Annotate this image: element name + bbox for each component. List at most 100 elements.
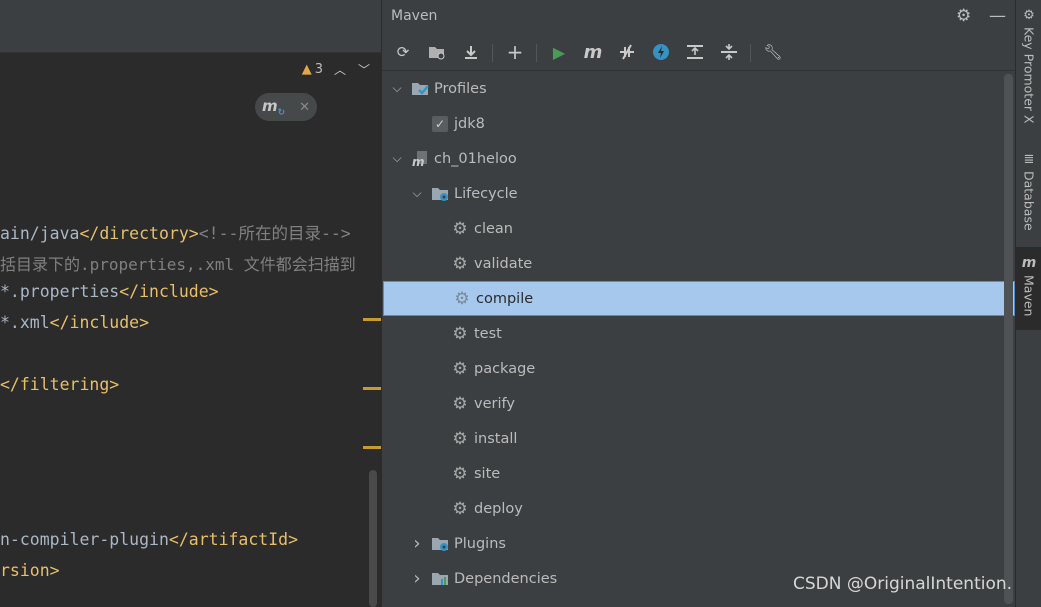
panel-title: Maven bbox=[391, 8, 438, 24]
profile-checkbox[interactable]: ✓ bbox=[430, 114, 450, 134]
add-maven-project-icon[interactable] bbox=[427, 42, 447, 62]
tree-row-label: ch_01heloo bbox=[434, 150, 517, 167]
dependencies-icon bbox=[430, 569, 450, 589]
tree-row-test[interactable]: ⚙ test bbox=[382, 316, 1006, 351]
maven-load-changes-icon[interactable]: m↻ bbox=[262, 97, 285, 118]
warning-count: 3 bbox=[314, 61, 323, 77]
maven-project-icon: m bbox=[410, 149, 430, 169]
settings-wrench-icon[interactable]: 🔧︎ bbox=[763, 42, 783, 62]
code-token: <!--所在的目录--> bbox=[198, 224, 351, 243]
tree-row-package[interactable]: ⚙ package bbox=[382, 351, 1006, 386]
collapse-all-icon[interactable] bbox=[719, 42, 739, 62]
tree-row-ch_01heloo[interactable]: ⌵ m ch_01heloo bbox=[382, 141, 1006, 176]
code-token: rsion bbox=[0, 561, 50, 580]
tree-row-label: deploy bbox=[474, 500, 523, 517]
previous-highlight-icon[interactable]: ︿ bbox=[333, 61, 347, 78]
tree-row-deploy[interactable]: ⚙ deploy bbox=[382, 491, 1006, 526]
warning-stripe-mark[interactable] bbox=[363, 387, 381, 390]
tree-row-label: verify bbox=[474, 395, 515, 412]
tree-row-validate[interactable]: ⚙ validate bbox=[382, 246, 1006, 281]
tree-row-install[interactable]: ⚙ install bbox=[382, 421, 1006, 456]
editor-scrollbar[interactable] bbox=[369, 470, 377, 607]
show-dependencies-icon[interactable] bbox=[685, 42, 705, 62]
code-editor[interactable]: ▲ 3 ︿ ﹀ m↻ ✕ ain/java</directory><!--所在的… bbox=[0, 0, 381, 607]
svg-text:m: m bbox=[412, 155, 425, 168]
toggle-offline-icon[interactable] bbox=[617, 42, 637, 62]
warning-stripe-mark[interactable] bbox=[363, 446, 381, 449]
tree-row-compile[interactable]: ⚙ compile bbox=[383, 281, 1015, 316]
plus-icon[interactable]: + bbox=[505, 40, 525, 64]
tree-row-label: Dependencies bbox=[454, 570, 558, 587]
tree-row-profiles[interactable]: ⌵ Profiles bbox=[382, 71, 1006, 106]
tab-label: Database bbox=[1021, 171, 1037, 231]
toolbar-separator bbox=[492, 44, 493, 62]
code-line[interactable]: rsion> bbox=[0, 561, 60, 580]
tree-row-verify[interactable]: ⚙ verify bbox=[382, 386, 1006, 421]
skip-tests-icon[interactable] bbox=[651, 42, 671, 62]
gear-icon: ⚙ bbox=[452, 358, 468, 379]
code-token: > bbox=[139, 313, 150, 332]
tree-row-plugins[interactable]: › Plugins bbox=[382, 526, 1006, 561]
maven-project-tree[interactable]: ⌵ Profiles ✓ jdk8 ⌵ m ch_01heloo ⌵ Lifecycle ⚙ cle… bbox=[382, 71, 1016, 607]
gear-icon: ⚙ bbox=[452, 323, 468, 344]
code-line[interactable]: 括目录下的.properties,.xml 文件都会扫描到 bbox=[0, 251, 356, 275]
code-token: include bbox=[69, 313, 140, 332]
code-token: include bbox=[139, 282, 209, 301]
watermark: CSDN @OriginalIntention. bbox=[793, 574, 1013, 594]
code-token: n-compiler-plugin bbox=[0, 530, 169, 549]
toolbar-separator bbox=[536, 44, 537, 62]
tree-row-label: test bbox=[474, 325, 502, 342]
tab-maven[interactable]: m Maven bbox=[1016, 247, 1041, 330]
chevron-right-icon[interactable]: › bbox=[410, 568, 424, 589]
code-line[interactable]: *.properties</include> bbox=[0, 282, 219, 301]
folder-gear-icon bbox=[430, 534, 450, 554]
tree-row-label: compile bbox=[476, 290, 534, 307]
code-token: *.xml bbox=[0, 313, 50, 332]
chevron-down-icon[interactable]: ⌵ bbox=[390, 81, 404, 96]
code-token: ain/java bbox=[0, 224, 80, 243]
run-icon[interactable]: ▶ bbox=[549, 42, 569, 62]
tree-row-jdk8[interactable]: ✓ jdk8 bbox=[382, 106, 1006, 141]
close-icon[interactable]: ✕ bbox=[299, 100, 310, 115]
download-icon[interactable] bbox=[461, 42, 481, 62]
code-line[interactable]: ain/java</directory><!--所在的目录--> bbox=[0, 220, 351, 244]
editor-inspection-bar: ▲ 3 ︿ ﹀ bbox=[302, 56, 381, 82]
tree-row-label: jdk8 bbox=[454, 115, 485, 132]
code-token: artifactId bbox=[188, 530, 289, 549]
tab-database[interactable]: ≣ Database bbox=[1016, 152, 1041, 237]
code-token: directory bbox=[99, 224, 189, 243]
tab-key-promoter-x[interactable]: ⚙ Key Promoter X bbox=[1016, 8, 1041, 133]
code-line[interactable]: n-compiler-plugin</artifactId> bbox=[0, 530, 298, 549]
tree-row-site[interactable]: ⚙ site bbox=[382, 456, 1006, 491]
chevron-down-icon[interactable]: ⌵ bbox=[390, 151, 404, 166]
code-token: *.properties bbox=[0, 282, 120, 301]
code-token: > bbox=[188, 224, 199, 243]
tree-row-label: clean bbox=[474, 220, 513, 237]
gear-icon: ⚙ bbox=[452, 498, 468, 519]
warning-stripe-mark[interactable] bbox=[363, 318, 381, 321]
gear-icon: ⚙ bbox=[454, 288, 470, 309]
warning-icon: ▲ bbox=[301, 61, 312, 77]
warning-indicator[interactable]: ▲ 3 bbox=[302, 62, 323, 77]
reload-icon[interactable]: ⟳ bbox=[393, 42, 413, 62]
code-token: </ bbox=[49, 313, 70, 332]
maven-toolbar: ⟳ + ▶ m 🔧︎ bbox=[382, 34, 1016, 71]
maven-icon: m bbox=[1021, 255, 1037, 271]
maven-tool-window: Maven ⚙ — ⟳ + ▶ m 🔧︎ ⌵ Profiles ✓ jdk8 ⌵ m ch_… bbox=[381, 0, 1016, 607]
gear-icon[interactable]: ⚙ bbox=[956, 6, 971, 26]
code-token: 括目录下的.properties,.xml 文件都会扫描到 bbox=[0, 255, 356, 274]
code-token: > bbox=[288, 530, 299, 549]
hide-panel-icon[interactable]: — bbox=[989, 6, 1006, 26]
next-highlight-icon[interactable]: ﹀ bbox=[357, 61, 371, 78]
tree-scrollbar[interactable] bbox=[1004, 74, 1013, 604]
code-line[interactable]: *.xml</include> bbox=[0, 313, 149, 332]
tree-row-label: package bbox=[474, 360, 536, 377]
chevron-right-icon[interactable]: › bbox=[410, 533, 424, 554]
code-token: </ bbox=[119, 282, 140, 301]
code-line[interactable]: </filtering> bbox=[0, 375, 119, 394]
code-token: </ bbox=[168, 530, 189, 549]
execute-goal-icon[interactable]: m bbox=[583, 42, 603, 63]
tree-row-lifecycle[interactable]: ⌵ Lifecycle bbox=[382, 176, 1006, 211]
chevron-down-icon[interactable]: ⌵ bbox=[410, 186, 424, 201]
tree-row-clean[interactable]: ⚙ clean bbox=[382, 211, 1006, 246]
